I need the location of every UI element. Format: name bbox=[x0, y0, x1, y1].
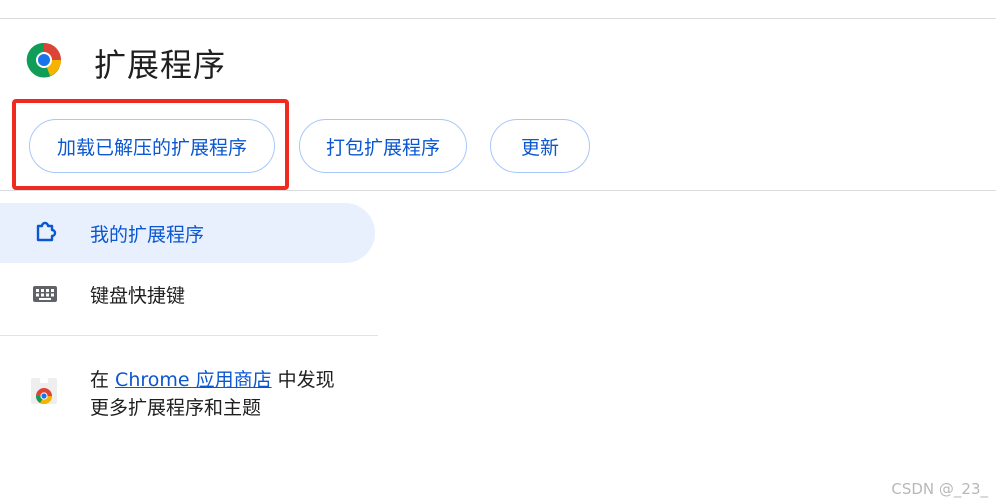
store-promo-text: 在 Chrome 应用商店 中发现 更多扩展程序和主题 bbox=[90, 366, 380, 422]
sidebar-item-keyboard-shortcuts[interactable]: 键盘快捷键 bbox=[0, 264, 375, 324]
sidebar-item-my-extensions[interactable]: 我的扩展程序 bbox=[0, 203, 375, 263]
sidebar-divider bbox=[0, 335, 378, 336]
update-button[interactable]: 更新 bbox=[490, 119, 590, 173]
keyboard-icon bbox=[31, 280, 59, 308]
sidebar-item-label: 我的扩展程序 bbox=[90, 223, 205, 246]
page-header: 扩展程序 bbox=[26, 42, 225, 84]
chrome-logo-icon bbox=[26, 42, 62, 78]
chrome-web-store-icon bbox=[31, 378, 57, 405]
watermark: CSDN @_23_ bbox=[891, 480, 988, 498]
pack-extension-button[interactable]: 打包扩展程序 bbox=[299, 119, 467, 173]
store-text-prefix: 在 bbox=[90, 369, 116, 391]
load-unpacked-button[interactable]: 加载已解压的扩展程序 bbox=[29, 119, 275, 173]
store-text-suffix: 中发现 bbox=[271, 369, 335, 391]
page-title: 扩展程序 bbox=[94, 46, 227, 84]
toolbar-divider bbox=[0, 190, 996, 191]
top-divider bbox=[0, 18, 996, 19]
puzzle-icon bbox=[31, 219, 59, 247]
store-text-line2: 更多扩展程序和主题 bbox=[90, 397, 262, 419]
sidebar-item-label: 键盘快捷键 bbox=[90, 284, 186, 307]
chrome-web-store-link[interactable]: Chrome 应用商店 bbox=[115, 369, 272, 391]
